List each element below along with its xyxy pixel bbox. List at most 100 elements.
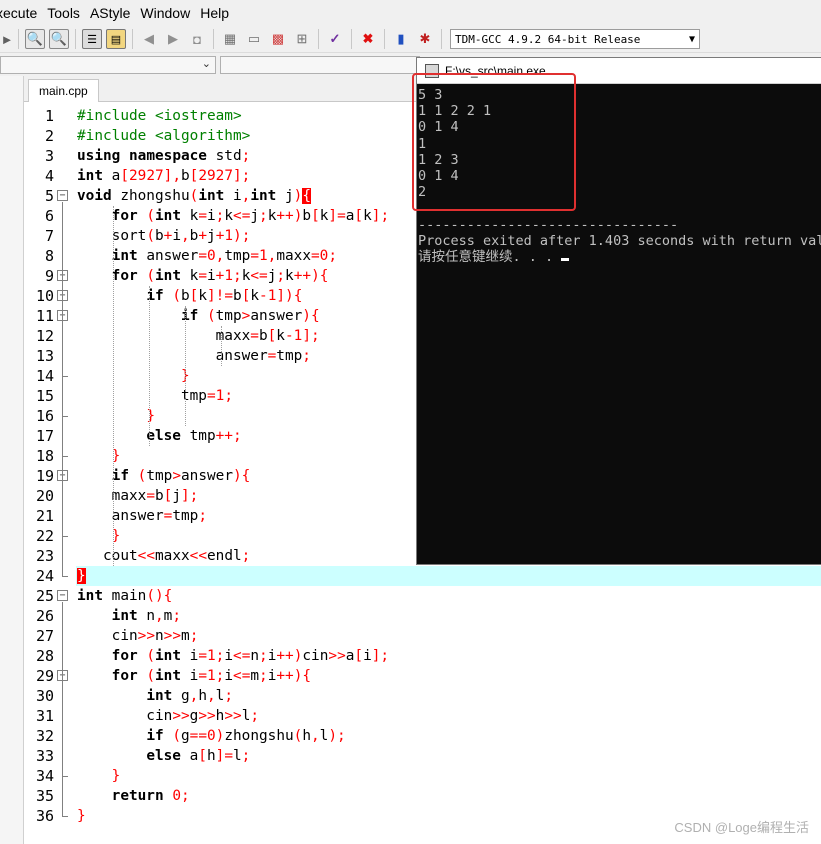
separator — [132, 29, 133, 49]
menu-execute[interactable]: xecute — [0, 5, 47, 21]
code-line[interactable]: cin>>n>>m; — [77, 626, 199, 646]
code-line[interactable]: else tmp++; — [77, 426, 241, 446]
line-number: 25 — [35, 587, 54, 605]
code-line[interactable]: for (int k=i;k<=j;k++)b[k]=a[k]; — [77, 206, 389, 226]
debug-icon[interactable]: ✱ — [415, 29, 435, 49]
close-icon[interactable]: ✖ — [358, 29, 378, 49]
code-line[interactable]: int g,h,l; — [77, 686, 233, 706]
menu-window[interactable]: Window — [140, 5, 200, 21]
check-icon[interactable]: ✓ — [325, 29, 345, 49]
fold-line — [62, 602, 63, 816]
line-number: 30 — [35, 687, 54, 705]
compiler-select[interactable]: TDM-GCC 4.9.2 64-bit Release ▼ — [450, 29, 700, 49]
list-icon[interactable]: ☰ — [82, 29, 102, 49]
indent-guide — [149, 286, 150, 446]
menu-bar: xecute Tools AStyle Window Help — [0, 0, 821, 26]
code-line[interactable]: if (g==0)zhongshu(h,l); — [77, 726, 345, 746]
fold-end — [62, 816, 68, 817]
code-line[interactable]: maxx=b[j]; — [77, 486, 199, 506]
fold-toggle-icon[interactable]: − — [57, 190, 68, 201]
code-line[interactable]: } — [77, 806, 86, 826]
line-number: 1 — [44, 107, 54, 125]
code-line[interactable]: int n,m; — [77, 606, 181, 626]
tiles-icon[interactable]: ⊞ — [292, 29, 312, 49]
line-number: 8 — [44, 247, 54, 265]
code-line[interactable]: } — [77, 366, 190, 386]
indent-guide — [185, 306, 186, 426]
code-line[interactable]: for (int k=i+1;k<=j;k++){ — [77, 266, 329, 286]
code-line[interactable]: cout<<maxx<<endl; — [77, 546, 250, 566]
code-line[interactable]: void zhongshu(int i,int j){ — [77, 186, 311, 206]
code-line[interactable]: } — [77, 566, 86, 586]
indent-guide — [113, 206, 114, 566]
compiler-select-value: TDM-GCC 4.9.2 64-bit Release — [455, 32, 641, 46]
devcpp-window: { "menu": ["xecute", "Tools", "AStyle", … — [0, 0, 821, 844]
code-line[interactable]: for (int i=1;i<=m;i++){ — [77, 666, 311, 686]
split-icon[interactable]: ▤ — [106, 29, 126, 49]
code-line[interactable]: sort(b+i,b+j+1); — [77, 226, 251, 246]
code-line[interactable]: } — [77, 766, 121, 786]
line-number: 17 — [35, 427, 54, 445]
code-line[interactable]: for (int i=1;i<=n;i++)cin>>a[i]; — [77, 646, 389, 666]
tab-main-cpp[interactable]: main.cpp — [28, 79, 99, 102]
fold-end — [62, 416, 68, 417]
line-number: 15 — [35, 387, 54, 405]
code-line[interactable]: int answer=0,tmp=1,maxx=0; — [77, 246, 337, 266]
line-number: 12 — [35, 327, 54, 345]
line-number: 13 — [35, 347, 54, 365]
line-number: 9 — [44, 267, 54, 285]
separator — [75, 29, 76, 49]
grid-icon[interactable]: ▦ — [220, 29, 240, 49]
separator — [213, 29, 214, 49]
code-line[interactable]: } — [77, 406, 155, 426]
code-line[interactable]: #include <algorithm> — [77, 126, 250, 146]
code-line[interactable]: int a[2927],b[2927]; — [77, 166, 250, 186]
unindent-icon[interactable]: ▶ — [163, 29, 183, 49]
line-number: 22 — [35, 527, 54, 545]
line-number: 7 — [44, 227, 54, 245]
fold-toggle-icon[interactable]: − — [57, 590, 68, 601]
find-icon[interactable]: 🔍 — [25, 29, 45, 49]
code-line[interactable]: answer=tmp; — [77, 506, 207, 526]
indent-icon[interactable]: ◀ — [139, 29, 159, 49]
line-number: 20 — [35, 487, 54, 505]
line-number: 24 — [35, 567, 54, 585]
highlight-box — [412, 73, 576, 211]
menu-astyle[interactable]: AStyle — [90, 5, 140, 21]
line-number: 5 — [44, 187, 54, 205]
bookmark-icon[interactable]: ◘ — [187, 29, 207, 49]
code-line[interactable]: tmp=1; — [77, 386, 233, 406]
line-number: 18 — [35, 447, 54, 465]
code-line[interactable]: return 0; — [77, 786, 190, 806]
line-number: 34 — [35, 767, 54, 785]
chart-icon[interactable]: ▮ — [391, 29, 411, 49]
line-number: 3 — [44, 147, 54, 165]
code-line[interactable]: if (tmp>answer){ — [77, 466, 251, 486]
fold-end — [62, 576, 68, 577]
console-cursor — [561, 257, 570, 261]
separator — [351, 29, 352, 49]
line-number: 6 — [44, 207, 54, 225]
line-number: 16 — [35, 407, 54, 425]
separator — [384, 29, 385, 49]
code-line[interactable]: cin>>g>>h>>l; — [77, 706, 259, 726]
find-next-icon[interactable]: 🔍 — [49, 29, 69, 49]
line-number: 23 — [35, 547, 54, 565]
code-line[interactable]: int main(){ — [77, 586, 172, 606]
watermark: CSDN @Loge编程生活 — [674, 820, 809, 835]
code-line[interactable]: using namespace std; — [77, 146, 250, 166]
menu-help[interactable]: Help — [200, 5, 239, 21]
window-icon[interactable]: ▭ — [244, 29, 264, 49]
line-number: 14 — [35, 367, 54, 385]
fold-end — [62, 376, 68, 377]
line-number: 2 — [44, 127, 54, 145]
color-grid-icon[interactable]: ▩ — [268, 29, 288, 49]
class-select[interactable]: ⌄ — [0, 56, 216, 74]
arrow-right-icon[interactable]: ► — [1, 29, 14, 49]
menu-tools[interactable]: Tools — [47, 5, 90, 21]
member-select[interactable] — [220, 56, 420, 74]
code-line[interactable]: if (b[k]!=b[k-1]){ — [77, 286, 302, 306]
code-line[interactable]: #include <iostream> — [77, 106, 242, 126]
code-line[interactable]: else a[h]=l; — [77, 746, 250, 766]
line-number: 27 — [35, 627, 54, 645]
